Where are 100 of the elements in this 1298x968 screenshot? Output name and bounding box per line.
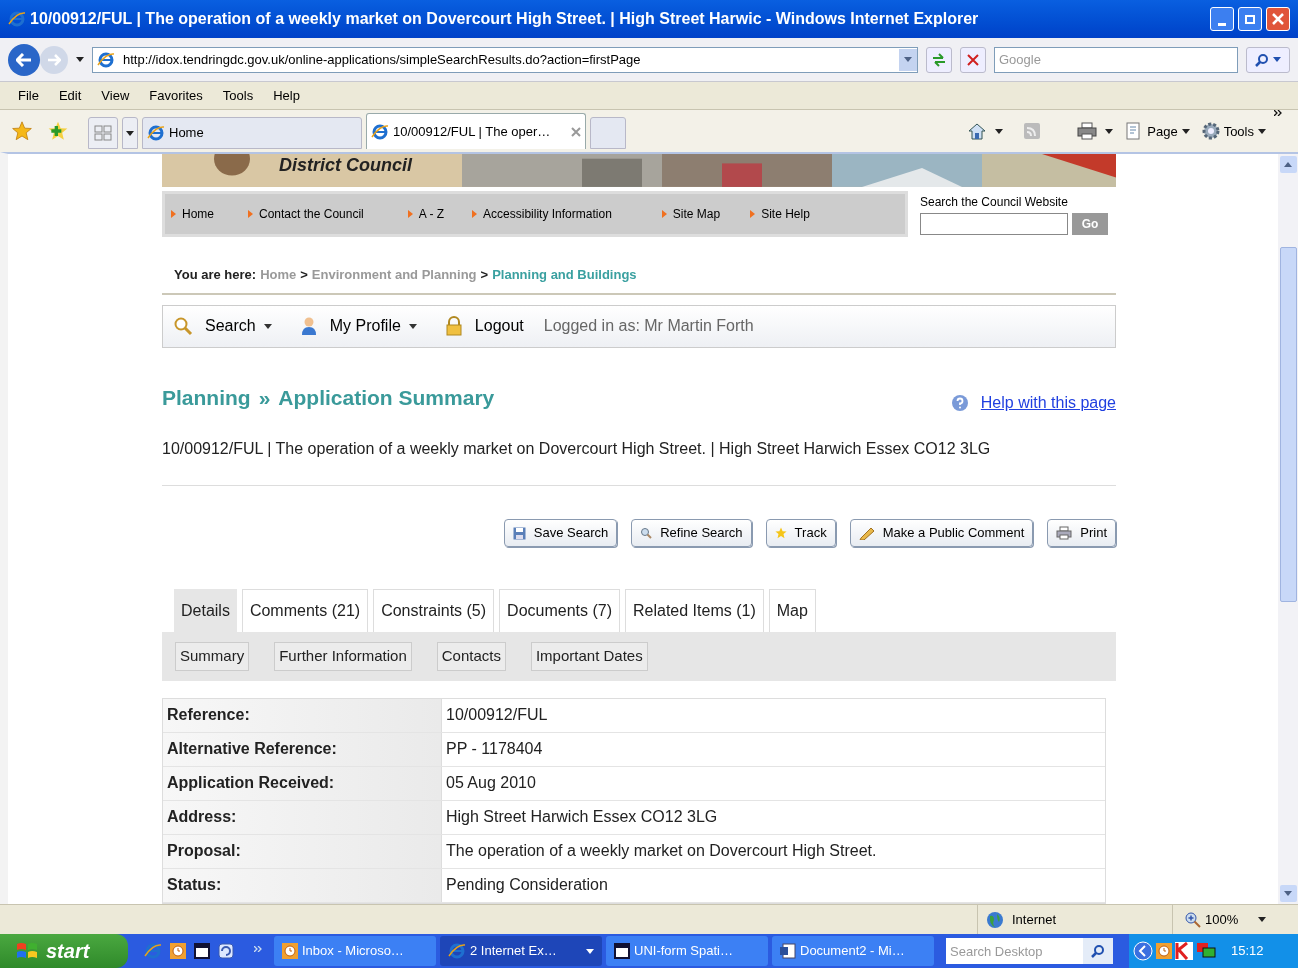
- zoom-level[interactable]: 100%: [1205, 909, 1239, 930]
- taskbar-button[interactable]: Document2 - Mi…: [772, 936, 934, 966]
- search-field[interactable]: Google: [994, 46, 1238, 73]
- page-icon: [97, 50, 115, 69]
- search-button[interactable]: [1246, 46, 1290, 73]
- restore-button[interactable]: [1238, 7, 1262, 31]
- dropdown-button[interactable]: [899, 48, 917, 71]
- action-button[interactable]: Print: [1047, 519, 1116, 548]
- clock: 15:12: [1231, 942, 1264, 961]
- tab[interactable]: Documents (7): [499, 589, 620, 633]
- printer-icon: [1056, 526, 1073, 541]
- tab[interactable]: Constraints (5): [373, 589, 495, 633]
- refresh-button[interactable]: [926, 46, 952, 73]
- menu-item[interactable]: Tools: [222, 85, 254, 106]
- nav-link[interactable]: A - Z: [407, 204, 445, 223]
- window-title: 10/00912/FUL | The operation of a weekly market on Dovercourt High Street. | High Street Harwic - Windows Internet Explorer: [30, 9, 980, 29]
- subtab[interactable]: Contacts: [436, 642, 506, 672]
- menu-item[interactable]: View: [101, 85, 130, 106]
- caret-icon: [1105, 128, 1114, 134]
- nav-link[interactable]: Accessibility Information: [472, 204, 612, 223]
- zone-text: Internet: [1012, 910, 1057, 929]
- refresh-page-icon[interactable]: [218, 943, 234, 959]
- desktop-search-field[interactable]: Search Desktop: [946, 938, 1083, 964]
- browser-tab[interactable]: 10/00912/FUL | The oper…: [366, 113, 586, 149]
- windows-logo-icon: [16, 941, 38, 961]
- menu-item[interactable]: Help: [273, 85, 300, 106]
- taskbar-button[interactable]: Inbox - Microso…: [274, 936, 436, 966]
- caret-icon: [408, 323, 417, 329]
- command-menu-button[interactable]: Tools: [1201, 121, 1266, 141]
- home-icon[interactable]: [967, 122, 988, 141]
- detail-value: 05 Aug 2010: [441, 767, 1105, 800]
- bullet-icon: [248, 209, 253, 218]
- detail-label: Alternative Reference:: [163, 733, 441, 766]
- detail-value: PP - 1178404: [441, 733, 1105, 766]
- nav-link[interactable]: Site Help: [750, 204, 810, 223]
- minimize-button[interactable]: [1210, 7, 1234, 31]
- menu-item[interactable]: Edit: [58, 85, 82, 106]
- tab-title: Home: [169, 124, 205, 143]
- tab-list-button[interactable]: [122, 117, 138, 149]
- start-button[interactable]: start: [0, 934, 128, 968]
- caret-icon: [1181, 128, 1190, 134]
- browser-icon: [371, 122, 389, 141]
- action-button[interactable]: Make a Public Comment: [849, 519, 1034, 548]
- caret-icon: [1258, 128, 1266, 134]
- bullet-icon: [750, 209, 756, 218]
- nav-link[interactable]: Contact the Council: [248, 204, 364, 223]
- clock-icon: [170, 943, 186, 959]
- search-menu[interactable]: Search: [173, 314, 272, 339]
- scroll-down-button[interactable]: [1279, 885, 1297, 902]
- tab[interactable]: Comments (21): [241, 589, 369, 633]
- action-button[interactable]: Save Search: [503, 519, 618, 548]
- add-favorite-icon[interactable]: [48, 121, 68, 141]
- detail-value: Pending Consideration: [441, 869, 1105, 902]
- expand-tray-icon[interactable]: [1133, 941, 1153, 961]
- bullet-icon: [472, 209, 478, 218]
- scroll-thumb[interactable]: [1279, 246, 1297, 602]
- caret-icon: [126, 130, 134, 136]
- close-icon: [1272, 13, 1284, 25]
- desktop-search-button[interactable]: [1083, 938, 1113, 964]
- breadcrumb-separator: >: [300, 265, 308, 284]
- globe-icon: [986, 910, 1004, 929]
- logout-button[interactable]: Logout: [444, 314, 524, 339]
- menu-item[interactable]: Favorites: [149, 85, 203, 106]
- scroll-up-button[interactable]: [1279, 156, 1297, 173]
- stop-button[interactable]: [960, 46, 986, 73]
- tab[interactable]: Details: [174, 589, 237, 633]
- caret-icon: [586, 948, 594, 954]
- browser-tab[interactable]: Home: [142, 117, 362, 149]
- star-icon: [774, 527, 787, 540]
- close-button[interactable]: [1266, 7, 1290, 31]
- favorites-star-icon[interactable]: [12, 121, 32, 141]
- heading-separator: »: [258, 384, 271, 411]
- help-link[interactable]: Help with this page: [980, 391, 1116, 416]
- network-icon[interactable]: [1196, 942, 1216, 960]
- antivirus-icon[interactable]: [1175, 942, 1193, 960]
- taskbar-button[interactable]: UNI-form Spati…: [606, 936, 768, 966]
- subtab[interactable]: Summary: [175, 642, 250, 672]
- detail-label: Proposal:: [163, 835, 441, 868]
- address-field[interactable]: http://idox.tendringdc.gov.uk/online-applications/simpleSearchResults.do?action=firstPage: [92, 46, 918, 73]
- nav-link[interactable]: Site Map: [661, 204, 721, 223]
- site-search-field[interactable]: [920, 212, 1068, 235]
- subtab[interactable]: Important Dates: [530, 642, 648, 672]
- tab[interactable]: Map: [768, 589, 816, 633]
- close-tab-icon[interactable]: [571, 126, 581, 137]
- back-button[interactable]: [8, 43, 40, 76]
- search-icon: [1255, 52, 1269, 67]
- url-text: http://idox.tendringdc.gov.uk/online-applications/simpleSearchResults.do?action=firstPage: [123, 50, 642, 69]
- taskbar-button[interactable]: 2 Internet Ex…: [440, 936, 602, 966]
- tab[interactable]: Related Items (1): [625, 589, 764, 633]
- profile-menu[interactable]: My Profile: [299, 314, 417, 339]
- action-button[interactable]: Refine Search: [631, 519, 752, 548]
- more-chevron-icon[interactable]: [1274, 109, 1282, 116]
- printer-icon[interactable]: [1077, 122, 1098, 141]
- menu-item[interactable]: File: [18, 85, 39, 106]
- nav-link[interactable]: Home: [171, 204, 214, 223]
- back-arrow-icon: [16, 52, 32, 67]
- subtab[interactable]: Further Information: [274, 642, 412, 672]
- document-icon: [780, 943, 796, 959]
- action-button[interactable]: Track: [765, 519, 836, 548]
- command-menu-button[interactable]: Page: [1125, 121, 1190, 141]
